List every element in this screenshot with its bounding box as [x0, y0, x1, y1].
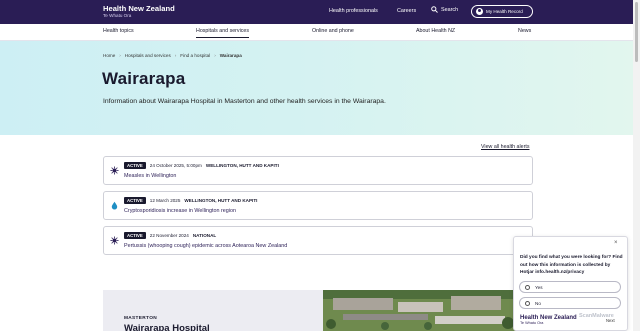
search-label: Search	[441, 6, 459, 13]
survey-footer-sub: Te Whatu Ora	[520, 321, 544, 325]
alert-title[interactable]: Pertussis (whooping cough) epidemic acro…	[124, 243, 287, 249]
alert-date: 12 March 2025	[149, 198, 181, 203]
breadcrumb-find-hospital[interactable]: Find a hospital	[180, 53, 210, 58]
breadcrumb-hospitals[interactable]: Hospitals and services	[125, 53, 171, 58]
status-badge: ACTIVE	[124, 232, 146, 239]
search-button[interactable]: Search	[431, 6, 458, 13]
scanmalware-watermark: ScanMalware	[579, 313, 614, 319]
page-description: Information about Wairarapa Hospital in …	[103, 98, 386, 105]
health-alert-card[interactable]: ACTIVE 24 October 2025, 5:00pm WELLINGTO…	[103, 156, 533, 185]
nav-news[interactable]: News	[518, 28, 531, 34]
virus-icon	[110, 166, 119, 175]
site-logo[interactable]: Health New Zealand Te Whatu Ora	[103, 4, 175, 19]
status-badge: ACTIVE	[124, 162, 146, 169]
main-nav: Health topics Hospitals and services Onl…	[0, 24, 640, 41]
logo-sub-text: Te Whatu Ora	[103, 13, 132, 18]
radio-icon	[525, 284, 530, 290]
survey-option-no[interactable]: No	[519, 297, 621, 309]
scrollbar-thumb[interactable]	[635, 2, 638, 62]
alert-meta: ACTIVE 24 October 2025, 5:00pm WELLINGTO…	[124, 162, 279, 169]
alert-meta: ACTIVE 22 November 2024 NATIONAL	[124, 232, 216, 239]
health-alert-card[interactable]: ACTIVE 22 November 2024 NATIONAL Pertuss…	[103, 226, 533, 255]
my-health-record-button[interactable]: My Health Record	[471, 5, 533, 18]
chevron-right-icon: ›	[119, 53, 121, 58]
breadcrumb: Home › Hospitals and services › Find a h…	[103, 53, 242, 58]
page-title: Wairarapa	[102, 69, 186, 88]
breadcrumb-current: Wairarapa	[219, 53, 242, 58]
nav-about-health-nz[interactable]: About Health NZ	[416, 28, 455, 34]
nav-health-topics[interactable]: Health topics	[103, 28, 134, 34]
search-icon	[431, 6, 438, 13]
radio-icon	[525, 300, 530, 306]
hospital-aerial-photo	[323, 290, 520, 331]
nav-online-and-phone[interactable]: Online and phone	[312, 28, 354, 34]
water-drop-icon	[111, 201, 118, 210]
link-health-professionals[interactable]: Health professionals	[329, 8, 378, 14]
alert-meta: ACTIVE 12 March 2025 WELLINGTON, HUTT AN…	[124, 197, 257, 204]
survey-question: Did you find what you were looking for? …	[520, 255, 623, 276]
chevron-right-icon: ›	[214, 53, 216, 58]
virus-icon	[110, 236, 119, 245]
alert-title[interactable]: Measles in Wellington	[124, 173, 176, 179]
survey-option-yes[interactable]: Yes	[519, 281, 621, 293]
alert-region: WELLINGTON, HUTT AND KAPITI	[205, 163, 279, 168]
alert-date: 22 November 2024	[149, 233, 189, 238]
top-bar: Health New Zealand Te Whatu Ora Health p…	[0, 0, 640, 24]
alert-date: 24 October 2025, 5:00pm	[149, 163, 202, 168]
view-all-health-alerts-link[interactable]: View all health alerts	[481, 144, 529, 150]
survey-option-label: No	[535, 300, 541, 306]
alert-region: NATIONAL	[192, 233, 217, 238]
breadcrumb-home[interactable]: Home	[103, 53, 115, 58]
user-icon	[476, 8, 483, 15]
status-badge: ACTIVE	[124, 197, 146, 204]
survey-option-label: Yes	[535, 284, 543, 290]
nav-hospitals-and-services[interactable]: Hospitals and services	[196, 28, 249, 38]
health-alert-card[interactable]: ACTIVE 12 March 2025 WELLINGTON, HUTT AN…	[103, 191, 533, 220]
chevron-right-icon: ›	[174, 53, 177, 58]
hero-banner: Home › Hospitals and services › Find a h…	[0, 41, 640, 135]
logo-main-text: Health New Zealand	[103, 4, 175, 13]
alert-region: WELLINGTON, HUTT AND KAPITI	[184, 198, 258, 203]
alert-title[interactable]: Cryptosporidiosis increase in Wellington…	[124, 208, 236, 214]
hospital-location-label: MASTERTON	[124, 316, 157, 321]
close-icon[interactable]: ×	[614, 240, 618, 246]
link-careers[interactable]: Careers	[397, 8, 416, 14]
my-health-record-label: My Health Record	[486, 9, 523, 14]
hospital-title[interactable]: Wairarapa Hospital	[124, 323, 210, 331]
survey-footer-logo: Health New Zealand Te Whatu Ora	[520, 315, 577, 325]
